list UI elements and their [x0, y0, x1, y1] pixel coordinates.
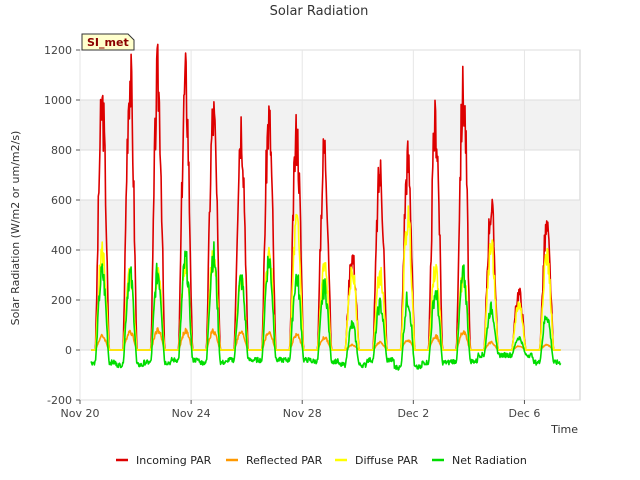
y-tick-label: 1000	[44, 94, 72, 107]
legend-label: Incoming PAR	[136, 454, 212, 467]
legend-item: Reflected PAR	[226, 454, 323, 467]
y-tick-label: 800	[51, 144, 72, 157]
y-axis-label: Solar Radiation (W/m2 or um/m2/s)	[9, 131, 22, 326]
chart-title: Solar Radiation	[270, 4, 369, 19]
x-tick-label: Dec 6	[509, 407, 541, 420]
x-tick-label: Nov 28	[283, 407, 322, 420]
site-label: SI_met	[87, 36, 129, 49]
legend-label: Net Radiation	[452, 454, 527, 467]
x-tick-label: Nov 20	[61, 407, 100, 420]
x-tick-label: Nov 24	[172, 407, 211, 420]
y-tick-label: 600	[51, 194, 72, 207]
legend-item: Incoming PAR	[116, 454, 212, 467]
legend-item: Diffuse PAR	[335, 454, 419, 467]
site-badge: SI_met	[81, 33, 135, 51]
y-tick-label: -200	[47, 394, 72, 407]
legend-label: Diffuse PAR	[355, 454, 419, 467]
y-tick-label: 1200	[44, 44, 72, 57]
y-axis-ticks: -200 0 200 400 600 800 1000 1200	[44, 44, 80, 407]
legend-label: Reflected PAR	[246, 454, 323, 467]
legend: Incoming PAR Reflected PAR Diffuse PAR Net …	[116, 454, 527, 467]
x-tick-label: Dec 2	[397, 407, 429, 420]
y-tick-label: 0	[65, 344, 72, 357]
x-axis-label: Time	[550, 423, 578, 436]
y-tick-label: 200	[51, 294, 72, 307]
grid-band	[80, 200, 580, 250]
solar-radiation-chart: -200020040060080010001200 Nov 20 Nov 24 No…	[9, 4, 581, 467]
x-axis-ticks: Nov 20 Nov 24 Nov 28 Dec 2 Dec 6	[61, 400, 541, 420]
y-tick-label: 400	[51, 244, 72, 257]
legend-item: Net Radiation	[432, 454, 527, 467]
